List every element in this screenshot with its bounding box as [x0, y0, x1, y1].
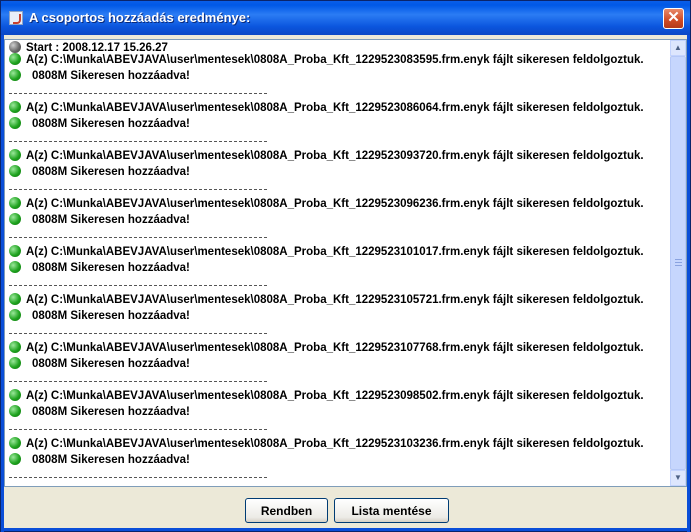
log-result-text: 0808M Sikeresen hozzáadva!	[32, 118, 190, 130]
log-separator	[9, 141, 267, 142]
close-button[interactable]: ✕	[663, 8, 684, 29]
log-file-line: A(z) C:\Munka\ABEVJAVA\user\mentesek\080…	[9, 52, 644, 68]
green-status-dot-icon	[9, 357, 21, 369]
log-file-line: A(z) C:\Munka\ABEVJAVA\user\mentesek\080…	[9, 292, 644, 308]
log-file-text: A(z) C:\Munka\ABEVJAVA\user\mentesek\080…	[26, 438, 644, 450]
window-frame-bottom	[1, 528, 690, 531]
log-result-text: 0808M Sikeresen hozzáadva!	[32, 70, 190, 82]
log-result-text: 0808M Sikeresen hozzáadva!	[32, 454, 190, 466]
log-separator	[9, 237, 267, 238]
log-separator	[9, 429, 267, 430]
log-result-text: 0808M Sikeresen hozzáadva!	[32, 166, 190, 178]
log-file-text: A(z) C:\Munka\ABEVJAVA\user\mentesek\080…	[26, 342, 644, 354]
green-status-dot-icon	[9, 453, 21, 465]
log-file-line: A(z) C:\Munka\ABEVJAVA\user\mentesek\080…	[9, 436, 644, 452]
log-result-line: 0808M Sikeresen hozzáadva!	[9, 164, 190, 180]
save-list-button[interactable]: Lista mentése	[334, 498, 449, 523]
thumb-grip	[675, 259, 682, 260]
scroll-up-button[interactable]: ▲	[670, 40, 686, 56]
log-result-line: 0808M Sikeresen hozzáadva!	[9, 452, 190, 468]
green-status-dot-icon	[9, 53, 21, 65]
log-file-line: A(z) C:\Munka\ABEVJAVA\user\mentesek\080…	[9, 100, 644, 116]
log-file-line: A(z) C:\Munka\ABEVJAVA\user\mentesek\080…	[9, 148, 644, 164]
green-status-dot-icon	[9, 437, 21, 449]
log-file-text: A(z) C:\Munka\ABEVJAVA\user\mentesek\080…	[26, 102, 644, 114]
window-title: A csoportos hozzáadás eredménye:	[29, 10, 251, 25]
green-status-dot-icon	[9, 293, 21, 305]
log-file-text: A(z) C:\Munka\ABEVJAVA\user\mentesek\080…	[26, 150, 644, 162]
result-dialog: A csoportos hozzáadás eredménye: ✕ Start…	[0, 0, 691, 532]
ok-button[interactable]: Rendben	[245, 498, 328, 523]
log-separator	[9, 477, 267, 478]
vertical-scrollbar[interactable]: ▲ ▼	[670, 40, 686, 486]
result-log-list[interactable]: Start : 2008.12.17 15.26.27 A(z) C:\Munk…	[4, 39, 687, 487]
green-status-dot-icon	[9, 149, 21, 161]
java-app-icon	[9, 11, 23, 25]
green-status-dot-icon	[9, 389, 21, 401]
green-status-dot-icon	[9, 245, 21, 257]
log-file-line: A(z) C:\Munka\ABEVJAVA\user\mentesek\080…	[9, 340, 644, 356]
log-result-text: 0808M Sikeresen hozzáadva!	[32, 262, 190, 274]
log-file-line: A(z) C:\Munka\ABEVJAVA\user\mentesek\080…	[9, 244, 644, 260]
green-status-dot-icon	[9, 261, 21, 273]
thumb-grip	[675, 265, 682, 266]
log-result-text: 0808M Sikeresen hozzáadva!	[32, 406, 190, 418]
log-file-text: A(z) C:\Munka\ABEVJAVA\user\mentesek\080…	[26, 294, 644, 306]
log-result-line: 0808M Sikeresen hozzáadva!	[9, 68, 190, 84]
log-file-text: A(z) C:\Munka\ABEVJAVA\user\mentesek\080…	[26, 390, 644, 402]
log-result-line: 0808M Sikeresen hozzáadva!	[9, 356, 190, 372]
green-status-dot-icon	[9, 309, 21, 321]
green-status-dot-icon	[9, 165, 21, 177]
title-bar[interactable]: A csoportos hozzáadás eredménye: ✕	[1, 1, 690, 35]
green-status-dot-icon	[9, 117, 21, 129]
log-result-line: 0808M Sikeresen hozzáadva!	[9, 260, 190, 276]
green-status-dot-icon	[9, 101, 21, 113]
log-file-text: A(z) C:\Munka\ABEVJAVA\user\mentesek\080…	[26, 198, 644, 210]
log-separator	[9, 93, 267, 94]
log-result-line: 0808M Sikeresen hozzáadva!	[9, 116, 190, 132]
log-file-line: A(z) C:\Munka\ABEVJAVA\user\mentesek\080…	[9, 388, 644, 404]
green-status-dot-icon	[9, 213, 21, 225]
log-separator	[9, 189, 267, 190]
log-result-text: 0808M Sikeresen hozzáadva!	[32, 310, 190, 322]
thumb-grip	[675, 262, 682, 263]
green-status-dot-icon	[9, 405, 21, 417]
green-status-dot-icon	[9, 341, 21, 353]
log-result-line: 0808M Sikeresen hozzáadva!	[9, 308, 190, 324]
log-content: Start : 2008.12.17 15.26.27 A(z) C:\Munk…	[5, 40, 672, 486]
window-frame-right	[687, 35, 690, 532]
log-separator	[9, 333, 267, 334]
log-result-text: 0808M Sikeresen hozzáadva!	[32, 214, 190, 226]
log-file-text: A(z) C:\Munka\ABEVJAVA\user\mentesek\080…	[26, 246, 644, 258]
log-separator	[9, 381, 267, 382]
log-file-line: A(z) C:\Munka\ABEVJAVA\user\mentesek\080…	[9, 196, 644, 212]
log-result-line: 0808M Sikeresen hozzáadva!	[9, 404, 190, 420]
log-file-text: A(z) C:\Munka\ABEVJAVA\user\mentesek\080…	[26, 54, 644, 66]
green-status-dot-icon	[9, 69, 21, 81]
log-separator	[9, 285, 267, 286]
log-result-text: 0808M Sikeresen hozzáadva!	[32, 358, 190, 370]
log-result-line: 0808M Sikeresen hozzáadva!	[9, 212, 190, 228]
green-status-dot-icon	[9, 197, 21, 209]
scroll-down-button[interactable]: ▼	[670, 470, 686, 486]
scroll-thumb[interactable]	[670, 56, 686, 470]
